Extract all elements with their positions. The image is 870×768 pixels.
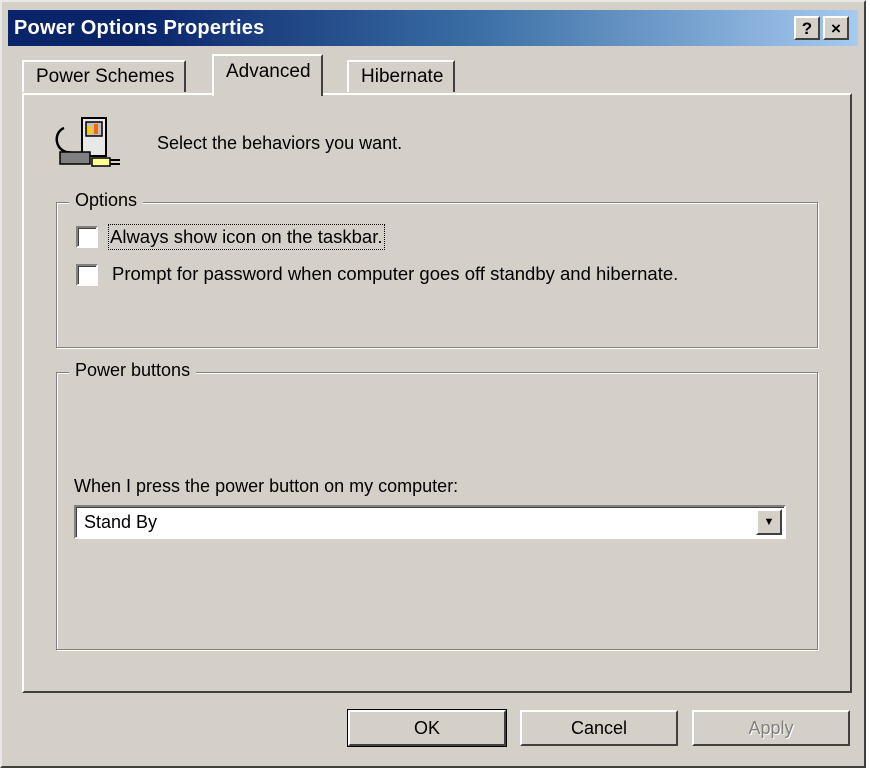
power-buttons-group-label: Power buttons [69, 360, 197, 381]
select-value: Stand By [84, 512, 158, 532]
chevron-down-icon: ▼ [763, 516, 775, 528]
help-button[interactable]: ? [794, 16, 820, 40]
options-group-label: Options [69, 190, 144, 211]
header-text: Select the behaviors you want. [157, 133, 403, 153]
prompt-password-label[interactable]: Prompt for password when computer goes o… [112, 263, 678, 285]
tab-label: Advanced [226, 61, 311, 82]
close-icon: × [831, 18, 841, 38]
prompt-password-checkbox[interactable] [76, 264, 98, 286]
cancel-button[interactable]: Cancel [520, 710, 678, 746]
dialog-window: Power Options Properties ? × Power Schem… [0, 0, 866, 768]
tab-label: Hibernate [361, 66, 444, 87]
tab-advanced[interactable]: Advanced [212, 54, 323, 96]
power-button-action-select[interactable]: Stand By ▼ [74, 505, 786, 539]
dropdown-arrow-button[interactable]: ▼ [756, 509, 782, 535]
apply-button[interactable]: Apply [692, 710, 850, 746]
ok-button[interactable]: OK [347, 709, 507, 747]
power-plug-icon [55, 117, 120, 167]
tab-label: Power Schemes [36, 66, 175, 87]
tab-strip: Power Schemes Advanced Hibernate [22, 50, 852, 98]
tab-hibernate[interactable]: Hibernate [347, 60, 456, 92]
always-show-icon-checkbox[interactable] [76, 226, 98, 248]
power-button-prompt: When I press the power button on my comp… [74, 476, 459, 496]
tab-power-schemes[interactable]: Power Schemes [22, 60, 187, 92]
always-show-icon-label[interactable]: Always show icon on the taskbar. [108, 224, 385, 250]
window-title: Power Options Properties [14, 17, 265, 39]
title-bar[interactable]: Power Options Properties ? × [8, 10, 858, 46]
close-button[interactable]: × [823, 16, 849, 40]
help-icon: ? [801, 18, 813, 38]
